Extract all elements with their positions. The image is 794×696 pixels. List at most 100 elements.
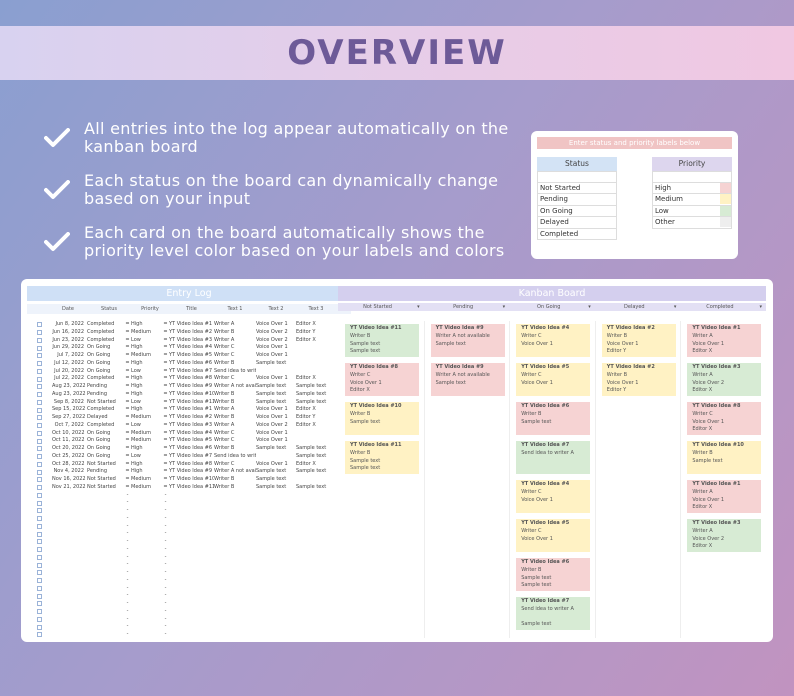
status-dropdown[interactable]: =	[124, 337, 131, 345]
priority-cell[interactable]	[131, 507, 162, 515]
text2-cell[interactable]: Voice Over 2	[256, 422, 296, 430]
text3-cell[interactable]	[296, 430, 336, 438]
status-label-cell[interactable]: On Going	[537, 205, 617, 217]
kanban-card[interactable]: YT Video Idea #11 Writer B Sample text Samp…	[345, 441, 419, 474]
kanban-card[interactable]: YT Video Idea #2 Writer B Voice Over 1 Edit…	[601, 324, 676, 357]
date-cell[interactable]	[52, 538, 87, 546]
status-cell[interactable]	[87, 592, 124, 600]
date-cell[interactable]	[52, 608, 87, 616]
priority-dropdown[interactable]: =	[162, 352, 169, 360]
status-cell[interactable]	[87, 530, 124, 538]
text1-cell[interactable]: Send idea to writer A	[214, 453, 256, 461]
row-checkbox[interactable]	[37, 624, 42, 630]
priority-cell[interactable]: Low	[131, 422, 162, 430]
kanban-card[interactable]: YT Video Idea #10 Writer B Sample text	[687, 441, 762, 474]
kanban-card[interactable]: YT Video Idea #6 Writer B Sample text Sampl…	[516, 558, 591, 591]
text2-cell[interactable]: Voice Over 1	[256, 430, 296, 438]
row-checkbox[interactable]	[37, 376, 42, 382]
status-dropdown[interactable]: =	[124, 383, 131, 391]
row-checkbox[interactable]	[37, 601, 42, 607]
priority-dropdown[interactable]: =	[162, 375, 169, 383]
date-cell[interactable]	[52, 507, 87, 515]
text3-cell[interactable]	[296, 352, 336, 360]
text3-cell[interactable]: Sample text	[296, 399, 336, 407]
priority-cell[interactable]	[131, 561, 162, 569]
kanban-card[interactable]: YT Video Idea #1 Writer A Voice Over 1 Edit…	[687, 480, 762, 513]
priority-dropdown[interactable]: -	[162, 507, 169, 515]
title-cell[interactable]: YT Video Idea #7	[169, 368, 214, 376]
status-cell[interactable]	[87, 523, 124, 531]
title-cell[interactable]: YT Video Idea #5	[169, 437, 214, 445]
status-cell[interactable]	[87, 623, 124, 631]
status-cell[interactable]	[87, 538, 124, 546]
priority-cell[interactable]: High	[131, 383, 162, 391]
status-dropdown[interactable]: -	[124, 561, 131, 569]
date-cell[interactable]: Jun 23, 2022	[52, 337, 87, 345]
priority-cell[interactable]: High	[131, 461, 162, 469]
priority-cell[interactable]	[131, 569, 162, 577]
text1-cell[interactable]: Writer B	[214, 391, 256, 399]
status-cell[interactable]: Completed	[87, 375, 124, 383]
priority-dropdown[interactable]: =	[162, 430, 169, 438]
status-dropdown[interactable]: =	[124, 406, 131, 414]
kanban-card[interactable]: YT Video Idea #5 Writer C Voice Over 1	[516, 363, 591, 396]
status-cell[interactable]: Not Started	[87, 484, 124, 492]
priority-cell[interactable]	[131, 623, 162, 631]
color-swatch[interactable]	[720, 194, 731, 204]
priority-dropdown[interactable]: =	[162, 414, 169, 422]
text1-cell[interactable]: Writer C	[214, 375, 256, 383]
status-cell[interactable]: Completed	[87, 329, 124, 337]
text3-cell[interactable]: Sample text	[296, 484, 336, 492]
status-dropdown[interactable]: -	[124, 507, 131, 515]
status-cell[interactable]: Completed	[87, 406, 124, 414]
kanban-card[interactable]: YT Video Idea #7 Send idea to writer A	[516, 441, 591, 474]
status-label-cell[interactable]: Delayed	[537, 217, 617, 229]
priority-dropdown[interactable]: =	[162, 337, 169, 345]
priority-cell[interactable]: Medium	[131, 476, 162, 484]
kanban-card[interactable]: YT Video Idea #9 Writer A not available Sa…	[430, 363, 505, 396]
text1-cell[interactable]: Writer C	[214, 437, 256, 445]
priority-label-cell[interactable]: Medium	[652, 194, 732, 206]
status-dropdown[interactable]: =	[124, 453, 131, 461]
priority-cell[interactable]	[131, 523, 162, 531]
priority-cell[interactable]	[131, 499, 162, 507]
status-dropdown[interactable]: =	[124, 476, 131, 484]
text2-cell[interactable]: Sample text	[256, 468, 296, 476]
text2-cell[interactable]: Sample text	[256, 484, 296, 492]
status-cell[interactable]	[87, 569, 124, 577]
status-dropdown[interactable]: -	[124, 623, 131, 631]
text3-cell[interactable]: Sample text	[296, 468, 336, 476]
row-checkbox[interactable]	[37, 593, 42, 599]
priority-cell[interactable]	[131, 616, 162, 624]
priority-dropdown[interactable]: -	[162, 530, 169, 538]
row-checkbox[interactable]	[37, 430, 42, 436]
text3-cell[interactable]: Editor X	[296, 375, 336, 383]
kanban-card[interactable]: YT Video Idea #2 Writer B Voice Over 1 Edit…	[601, 363, 676, 396]
priority-cell[interactable]: High	[131, 468, 162, 476]
priority-cell[interactable]: Medium	[131, 437, 162, 445]
date-cell[interactable]: Sep 8, 2022	[52, 399, 87, 407]
status-dropdown[interactable]: -	[124, 616, 131, 624]
text2-cell[interactable]: Voice Over 1	[256, 344, 296, 352]
date-cell[interactable]	[52, 554, 87, 562]
status-cell[interactable]	[87, 499, 124, 507]
text2-cell[interactable]: Sample text	[256, 445, 296, 453]
priority-cell[interactable]: Medium	[131, 484, 162, 492]
status-dropdown[interactable]: =	[124, 375, 131, 383]
date-cell[interactable]	[52, 492, 87, 500]
row-checkbox[interactable]	[37, 368, 42, 374]
row-checkbox[interactable]	[37, 508, 42, 514]
priority-dropdown[interactable]: -	[162, 546, 169, 554]
date-cell[interactable]	[52, 592, 87, 600]
date-cell[interactable]: Aug 23, 2022	[52, 383, 87, 391]
date-cell[interactable]: Oct 10, 2022	[52, 430, 87, 438]
status-cell[interactable]: On Going	[87, 368, 124, 376]
status-dropdown[interactable]: =	[124, 437, 131, 445]
priority-cell[interactable]: High	[131, 375, 162, 383]
status-dropdown[interactable]: =	[124, 360, 131, 368]
status-cell[interactable]	[87, 577, 124, 585]
status-dropdown[interactable]: =	[124, 352, 131, 360]
status-dropdown[interactable]: =	[124, 468, 131, 476]
date-cell[interactable]: Aug 23, 2022	[52, 391, 87, 399]
priority-dropdown[interactable]: =	[162, 383, 169, 391]
